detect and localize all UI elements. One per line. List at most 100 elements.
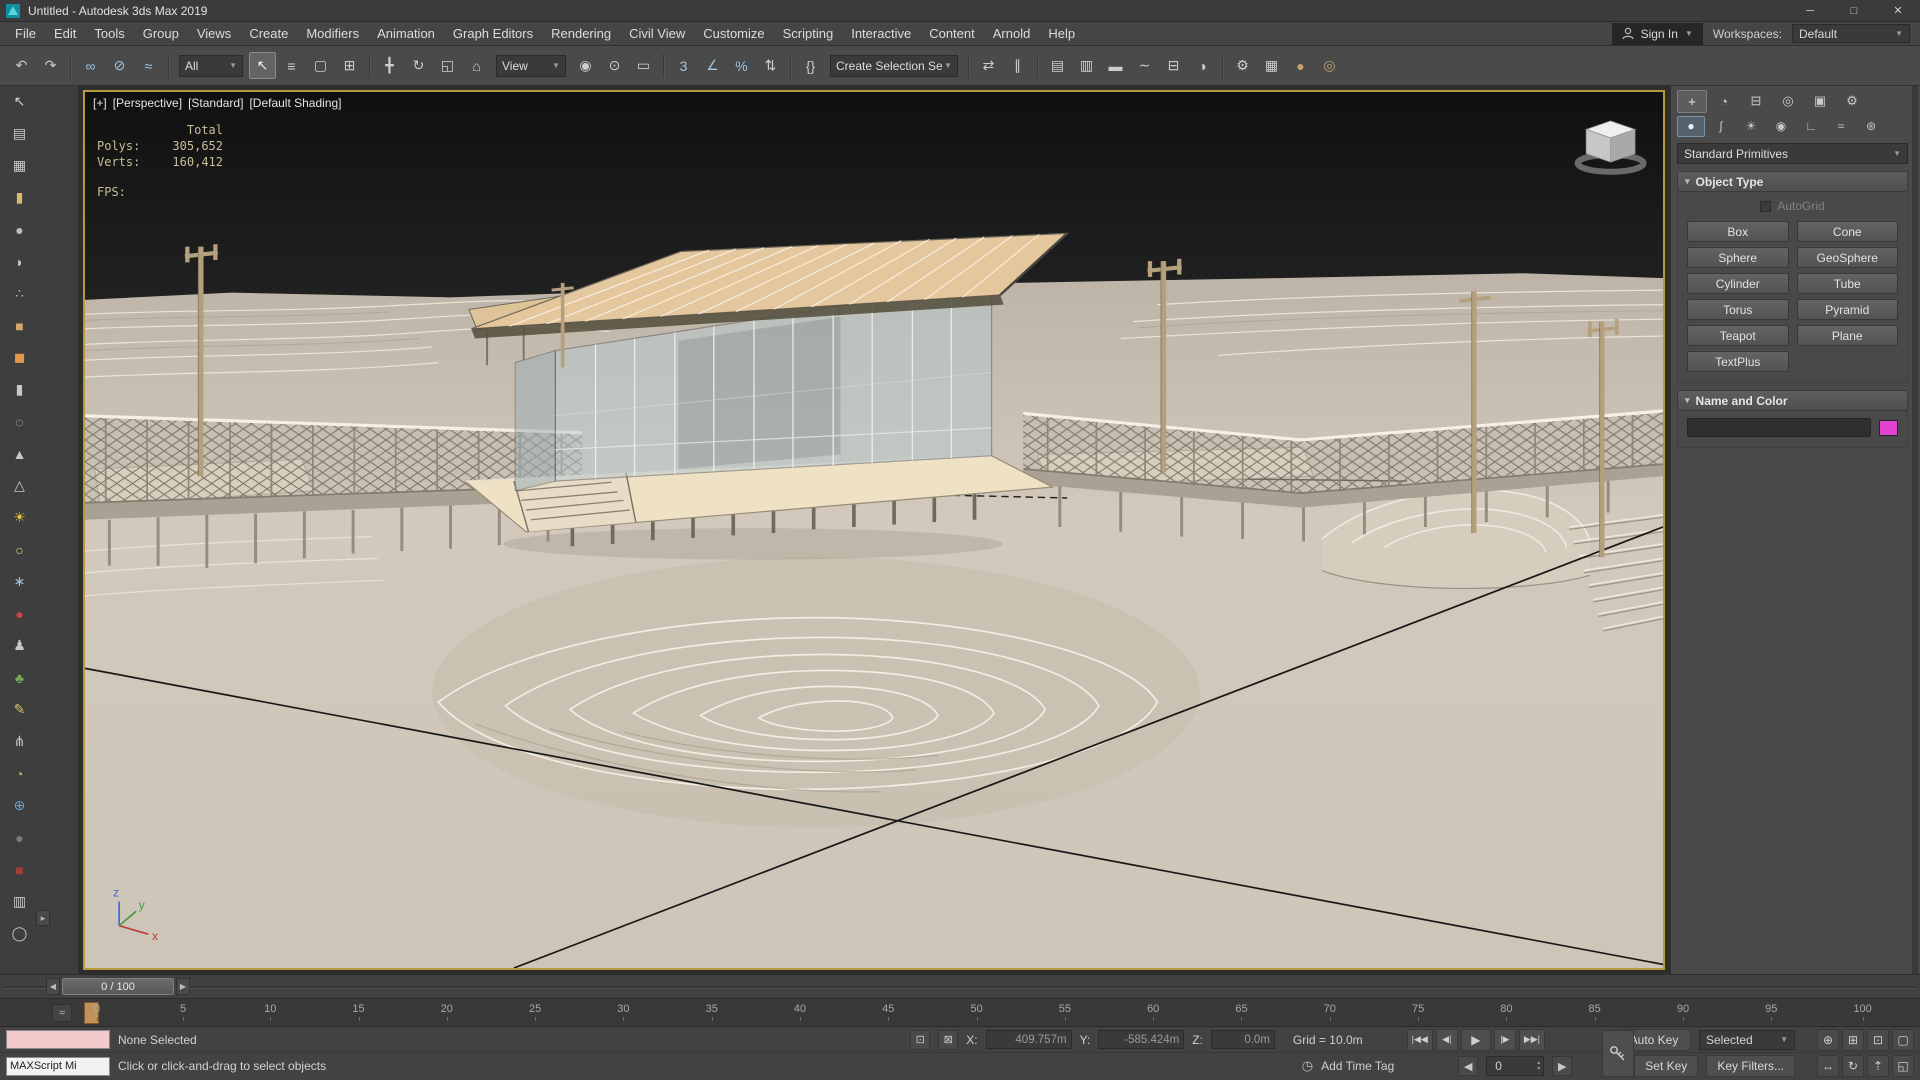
- ribbon-toggle-icon[interactable]: ▬: [1102, 52, 1129, 79]
- primitive-button-torus[interactable]: Torus: [1687, 299, 1789, 320]
- select-by-name-icon[interactable]: ≡: [278, 52, 305, 79]
- autogrid-checkbox[interactable]: AutoGrid: [1687, 199, 1898, 213]
- menu-views[interactable]: Views: [188, 22, 240, 45]
- selection-lock-toggle-icon[interactable]: ⊠: [938, 1029, 959, 1050]
- space-warps-category-icon[interactable]: ≈: [1827, 116, 1855, 137]
- named-selection-sets-dropdown[interactable]: Create Selection Se ▼: [830, 54, 958, 77]
- shell-icon[interactable]: ◔: [6, 761, 33, 786]
- document-icon[interactable]: ▤: [6, 121, 33, 146]
- rendered-frame-window-icon[interactable]: ▦: [1258, 52, 1285, 79]
- redo-icon[interactable]: ↷: [37, 52, 64, 79]
- cylinder-primitive-icon[interactable]: ▮: [6, 185, 33, 210]
- viewport-shading-menu[interactable]: [Default Shading]: [249, 96, 341, 110]
- primitive-button-pyramid[interactable]: Pyramid: [1796, 299, 1898, 320]
- render-setup-icon[interactable]: ⚙: [1229, 52, 1256, 79]
- render-production-icon[interactable]: ●: [1287, 52, 1314, 79]
- zoom-icon[interactable]: ⊕: [1817, 1028, 1839, 1051]
- geometry-category-icon[interactable]: ●: [1677, 115, 1705, 137]
- menu-help[interactable]: Help: [1039, 22, 1084, 45]
- rectangular-selection-region-icon[interactable]: ▢: [307, 52, 334, 79]
- undo-icon[interactable]: ↶: [8, 52, 35, 79]
- primitive-button-cone[interactable]: Cone: [1796, 221, 1898, 242]
- hierarchy-tab[interactable]: ⊟: [1741, 90, 1771, 113]
- primitive-button-box[interactable]: Box: [1687, 221, 1789, 242]
- edit-named-selection-sets-icon[interactable]: {}: [797, 52, 824, 79]
- go-to-end-button[interactable]: ▶▶|: [1518, 1028, 1545, 1051]
- biped-icon[interactable]: ♟: [6, 633, 33, 658]
- maxscript-listener-pane[interactable]: MAXScript Mi: [6, 1056, 110, 1076]
- spinner-snap-icon[interactable]: ⇅: [757, 52, 784, 79]
- maximize-viewport-toggle-icon[interactable]: ◱: [1892, 1055, 1914, 1077]
- set-keys-button[interactable]: [1602, 1030, 1634, 1077]
- sphere-primitive-icon[interactable]: ●: [6, 217, 33, 242]
- material-editor-icon[interactable]: ◑: [1189, 52, 1216, 79]
- dark-sphere-icon[interactable]: ●: [6, 825, 33, 850]
- curve-editor-icon[interactable]: ∼: [1131, 52, 1158, 79]
- maximize-button[interactable]: □: [1832, 0, 1876, 21]
- mirror-icon[interactable]: ⇄: [975, 52, 1002, 79]
- previous-frame-step-button[interactable]: ◀: [1458, 1056, 1479, 1076]
- cameras-category-icon[interactable]: ◉: [1767, 116, 1795, 137]
- go-to-start-button[interactable]: |◀◀: [1406, 1028, 1433, 1051]
- menu-customize[interactable]: Customize: [694, 22, 773, 45]
- unlink-selection-icon[interactable]: ⊘: [106, 52, 133, 79]
- object-name-input[interactable]: [1687, 418, 1871, 437]
- reference-coordinate-dropdown[interactable]: View ▼: [496, 54, 566, 77]
- paint-tool-icon[interactable]: ✎: [6, 697, 33, 722]
- viewport-standard-menu[interactable]: [Standard]: [188, 96, 243, 110]
- scene-explorer-icon[interactable]: ▤: [1044, 52, 1071, 79]
- primitive-category-dropdown[interactable]: Standard Primitives ▼: [1677, 143, 1908, 164]
- globe-icon[interactable]: ⊕: [6, 793, 33, 818]
- use-pivot-center-icon[interactable]: ◉: [572, 52, 599, 79]
- time-slider-prev-button[interactable]: ◀: [46, 978, 60, 995]
- primitive-button-teapot[interactable]: Teapot: [1687, 325, 1789, 346]
- spray-tool-icon[interactable]: ∴: [6, 281, 33, 306]
- render-iterative-icon[interactable]: ◎: [1316, 52, 1343, 79]
- keyboard-shortcut-override-icon[interactable]: ▭: [630, 52, 657, 79]
- key-filters-button[interactable]: Key Filters...: [1706, 1055, 1795, 1077]
- pan-icon[interactable]: ↔: [1817, 1055, 1839, 1077]
- menu-file[interactable]: File: [6, 22, 45, 45]
- zoom-region-icon[interactable]: ▢: [1892, 1028, 1914, 1051]
- time-slider-next-button[interactable]: ▶: [176, 978, 190, 995]
- z-coordinate-field[interactable]: 0.0m: [1210, 1030, 1275, 1049]
- menu-tools[interactable]: Tools: [85, 22, 133, 45]
- material-sample-icon[interactable]: ●: [6, 601, 33, 626]
- menu-graph-editors[interactable]: Graph Editors: [444, 22, 542, 45]
- isolate-selection-toggle-icon[interactable]: ⊡: [910, 1029, 931, 1050]
- window-crossing-toggle-icon[interactable]: ⊞: [336, 52, 363, 79]
- zoom-all-icon[interactable]: ⊞: [1842, 1028, 1864, 1051]
- primitive-button-textplus[interactable]: TextPlus: [1687, 351, 1789, 372]
- select-and-link-icon[interactable]: ∞: [77, 52, 104, 79]
- snaps-toggle-icon[interactable]: 3: [670, 52, 697, 79]
- next-frame-step-button[interactable]: ▶: [1552, 1056, 1573, 1076]
- angle-snap-icon[interactable]: ∠: [699, 52, 726, 79]
- modify-tab[interactable]: ◔: [1709, 90, 1739, 113]
- pyramid-primitive-icon[interactable]: △: [6, 473, 33, 498]
- select-and-move-icon[interactable]: ╋: [376, 52, 403, 79]
- time-slider-track[interactable]: ◀ 0 / 100 ▶: [0, 974, 1920, 998]
- capsule-primitive-icon[interactable]: ▮: [6, 377, 33, 402]
- previous-frame-button[interactable]: ◀|: [1435, 1028, 1458, 1051]
- close-button[interactable]: ✕: [1876, 0, 1920, 21]
- helpers-category-icon[interactable]: ∟: [1797, 116, 1825, 137]
- systems-category-icon[interactable]: ⊛: [1857, 116, 1885, 137]
- box-primitive-icon[interactable]: ■: [6, 313, 33, 338]
- object-type-rollout-header[interactable]: ▾ Object Type: [1677, 171, 1908, 192]
- create-tab[interactable]: +: [1677, 89, 1707, 113]
- motion-tab[interactable]: ◎: [1773, 90, 1803, 113]
- key-mode-dropdown[interactable]: Selected ▼: [1699, 1029, 1795, 1050]
- workspaces-dropdown[interactable]: Default ▼: [1792, 24, 1910, 43]
- select-and-scale-icon[interactable]: ◱: [434, 52, 461, 79]
- menu-arnold[interactable]: Arnold: [984, 22, 1040, 45]
- prism-primitive-icon[interactable]: ▲: [6, 441, 33, 466]
- align-icon[interactable]: ∥: [1004, 52, 1031, 79]
- track-bar[interactable]: ≈ 0 5 10 15 20 25 30 35 40 45 50 55 60 65 70 75 80 85 90 95…: [0, 998, 1920, 1026]
- primitive-button-plane[interactable]: Plane: [1796, 325, 1898, 346]
- viewport-canvas[interactable]: x y z: [85, 92, 1663, 968]
- minimize-button[interactable]: ─: [1788, 0, 1832, 21]
- orbit-icon[interactable]: ↻: [1842, 1055, 1864, 1077]
- omni-light-icon[interactable]: ○: [6, 537, 33, 562]
- primitive-button-sphere[interactable]: Sphere: [1687, 247, 1789, 268]
- viewport-pov-menu[interactable]: [Perspective]: [113, 96, 182, 110]
